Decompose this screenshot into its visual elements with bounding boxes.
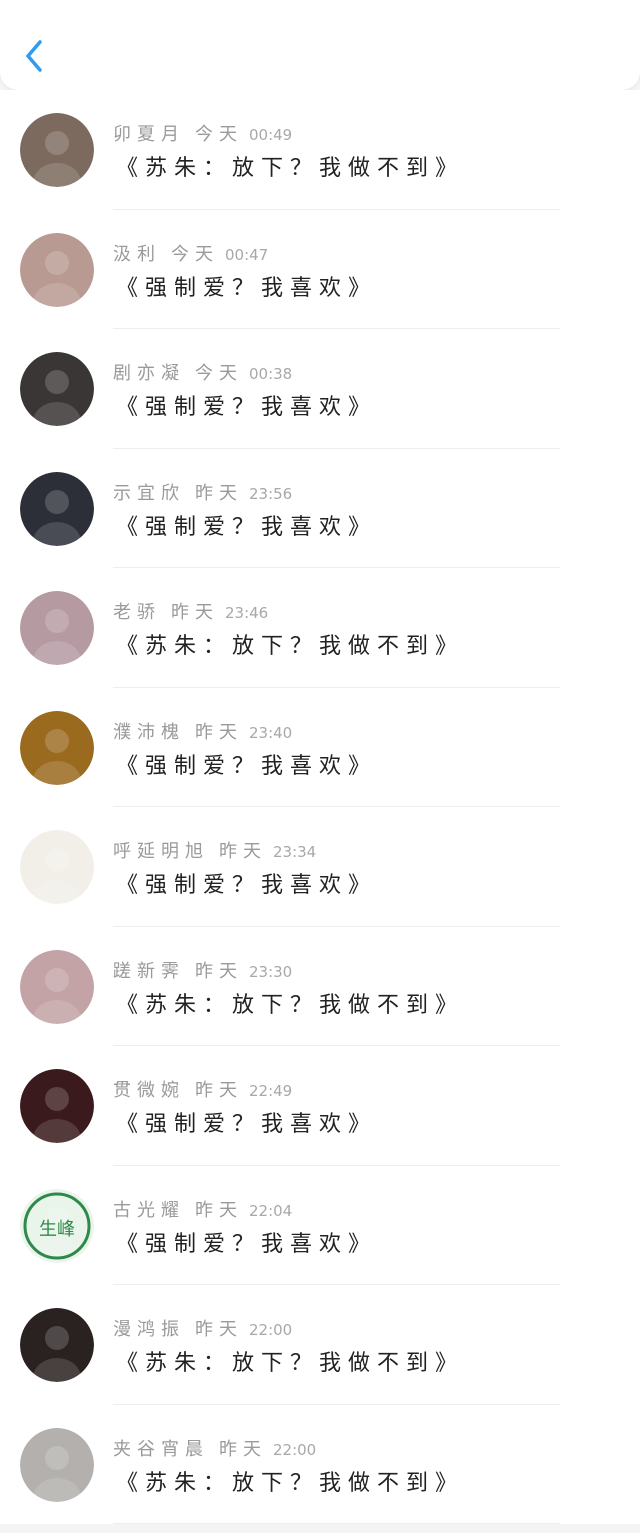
list-item[interactable]: 老骄 昨天 23:46 《苏朱：放下？我做不到》 <box>0 568 640 688</box>
message-preview: 《苏朱：放下？我做不到》 <box>116 1470 465 1496</box>
list-item[interactable]: 汲利 今天 00:47 《强制爱？我喜欢》 <box>0 209 640 329</box>
list-item[interactable]: 夹谷宵晨 昨天 22:00 《苏朱：放下？我做不到》 <box>0 1404 640 1524</box>
message-day: 昨天 <box>195 721 243 743</box>
message-preview: 《苏朱：放下？我做不到》 <box>116 156 465 181</box>
divider <box>113 1523 560 1524</box>
sender-name: 卯夏月 <box>113 124 185 145</box>
message-time: 23:34 <box>273 843 317 861</box>
list-item[interactable]: 漫鸿振 昨天 22:00 《苏朱：放下？我做不到》 <box>0 1285 640 1405</box>
avatar[interactable] <box>20 710 94 785</box>
sender-row: 剧亦凝 今天 00:38 <box>113 359 292 385</box>
message-day: 今天 <box>195 124 243 145</box>
back-button[interactable] <box>20 36 50 76</box>
sender-row: 濮沛槐 昨天 23:40 <box>113 718 292 744</box>
avatar[interactable] <box>20 830 94 904</box>
message-preview: 《苏朱：放下？我做不到》 <box>116 634 465 659</box>
message-day: 昨天 <box>219 841 267 862</box>
sender-name: 示宜欣 <box>113 482 185 504</box>
avatar[interactable] <box>20 113 94 187</box>
message-preview: 《强制爱？我喜欢》 <box>116 275 378 301</box>
list-item[interactable]: 卯夏月 今天 00:49 《苏朱：放下？我做不到》 <box>0 90 640 210</box>
avatar[interactable] <box>20 949 94 1024</box>
list-item[interactable]: 呼延明旭 昨天 23:34 《强制爱？我喜欢》 <box>0 807 640 927</box>
message-preview: 《强制爱？我喜欢》 <box>116 1231 378 1257</box>
top-bar <box>0 0 640 90</box>
message-time: 00:38 <box>249 365 293 383</box>
sender-name: 呼延明旭 <box>113 841 209 862</box>
message-time: 00:49 <box>249 126 293 144</box>
sender-name: 蹉新霁 <box>113 960 185 982</box>
avatar[interactable] <box>20 1308 94 1382</box>
sender-row: 卯夏月 今天 00:49 <box>113 120 292 146</box>
sender-row: 老骄 昨天 23:46 <box>113 598 268 624</box>
message-day: 昨天 <box>195 1319 243 1340</box>
sender-name: 贯微婉 <box>113 1080 185 1101</box>
message-time: 23:46 <box>225 604 269 622</box>
list-item[interactable]: 示宜欣 昨天 23:56 《强制爱？我喜欢》 <box>0 448 640 568</box>
list-item[interactable]: 濮沛槐 昨天 23:40 《强制爱？我喜欢》 <box>0 687 640 807</box>
avatar[interactable] <box>20 591 94 665</box>
message-day: 今天 <box>195 363 243 384</box>
message-time: 23:40 <box>249 723 293 742</box>
sender-row: 蹉新霁 昨天 23:30 <box>113 957 292 983</box>
message-day: 昨天 <box>195 1199 243 1221</box>
message-day: 昨天 <box>195 1080 243 1101</box>
message-time: 23:30 <box>249 962 293 981</box>
sender-row: 古光耀 昨天 22:04 <box>113 1196 292 1222</box>
avatar[interactable]: 生峰 <box>20 1188 94 1263</box>
sender-row: 贯微婉 昨天 22:49 <box>113 1076 292 1102</box>
message-preview: 《强制爱？我喜欢》 <box>116 395 378 420</box>
sender-name: 夹谷宵晨 <box>113 1438 209 1460</box>
avatar[interactable] <box>20 1069 94 1143</box>
message-time: 23:56 <box>249 484 293 503</box>
sender-name: 濮沛槐 <box>113 721 185 743</box>
message-time: 00:47 <box>225 245 269 264</box>
sender-row: 示宜欣 昨天 23:56 <box>113 479 292 505</box>
message-preview: 《强制爱？我喜欢》 <box>116 1112 378 1137</box>
message-preview: 《强制爱？我喜欢》 <box>116 873 378 898</box>
message-time: 22:00 <box>249 1321 293 1339</box>
message-preview: 《强制爱？我喜欢》 <box>116 514 378 540</box>
message-day: 昨天 <box>219 1438 267 1460</box>
message-preview: 《苏朱：放下？我做不到》 <box>116 1351 465 1376</box>
avatar[interactable] <box>20 352 94 426</box>
sender-name: 剧亦凝 <box>113 363 185 384</box>
sender-row: 汲利 今天 00:47 <box>113 240 268 266</box>
message-preview: 《苏朱：放下？我做不到》 <box>116 992 465 1018</box>
avatar[interactable] <box>20 1427 94 1502</box>
avatar[interactable] <box>20 232 94 307</box>
message-list: 卯夏月 今天 00:49 《苏朱：放下？我做不到》 汲利 今天 00:47 《强制爱？我喜欢》… <box>0 90 640 1524</box>
message-day: 今天 <box>171 243 219 265</box>
sender-row: 漫鸿振 昨天 22:00 <box>113 1315 292 1341</box>
svg-text:生峰: 生峰 <box>39 1219 75 1240</box>
message-day: 昨天 <box>171 602 219 623</box>
sender-name: 汲利 <box>113 243 161 265</box>
list-item[interactable]: 剧亦凝 今天 00:38 《强制爱？我喜欢》 <box>0 329 640 449</box>
chevron-left-icon <box>26 40 42 72</box>
sender-row: 呼延明旭 昨天 23:34 <box>113 837 316 863</box>
list-item[interactable]: 生峰 古光耀 昨天 22:04 《强制爱？我喜欢》 <box>0 1165 640 1285</box>
avatar[interactable] <box>20 471 94 546</box>
message-time: 22:04 <box>249 1201 293 1220</box>
sender-row: 夹谷宵晨 昨天 22:00 <box>113 1435 316 1461</box>
sender-name: 古光耀 <box>113 1199 185 1221</box>
sender-name: 漫鸿振 <box>113 1319 185 1340</box>
list-item[interactable]: 蹉新霁 昨天 23:30 《苏朱：放下？我做不到》 <box>0 926 640 1046</box>
message-preview: 《强制爱？我喜欢》 <box>116 753 378 779</box>
message-time: 22:00 <box>273 1440 317 1459</box>
message-day: 昨天 <box>195 482 243 504</box>
message-time: 22:49 <box>249 1082 293 1100</box>
list-item[interactable]: 贯微婉 昨天 22:49 《强制爱？我喜欢》 <box>0 1046 640 1166</box>
message-day: 昨天 <box>195 960 243 982</box>
sender-name: 老骄 <box>113 602 161 623</box>
